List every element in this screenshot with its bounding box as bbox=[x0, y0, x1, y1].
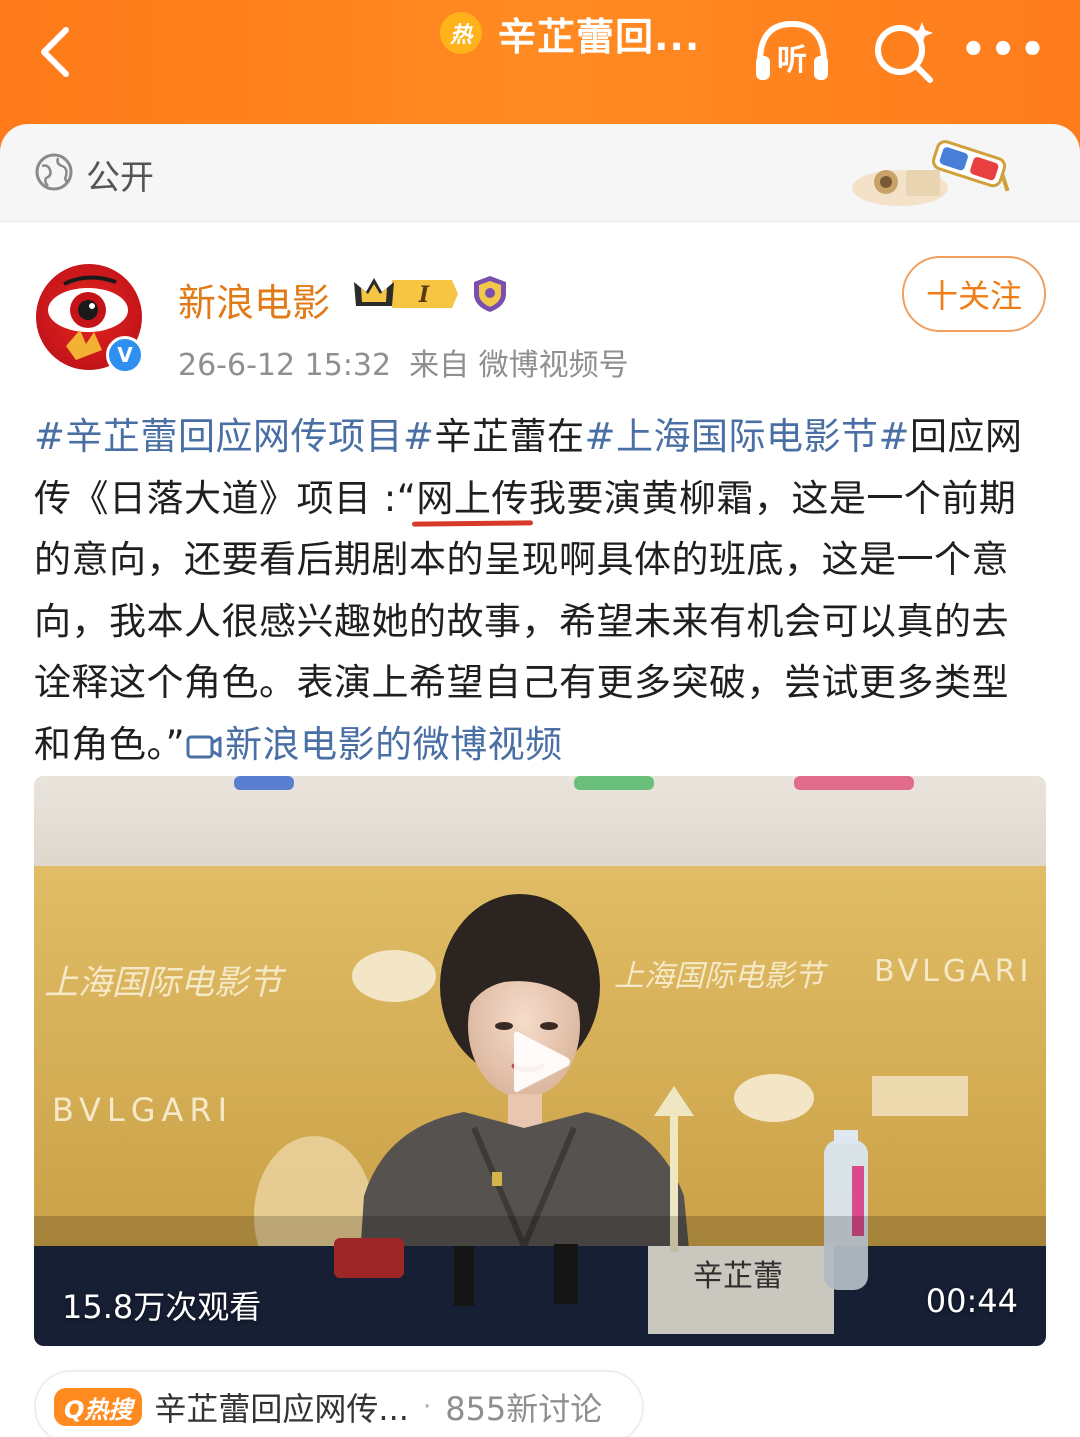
hot-search-chip[interactable]: Q热搜 辛芷蕾回应网传... · 855新讨论 bbox=[34, 1370, 644, 1437]
post-text: #辛芷蕾回应网传项目#辛芷蕾在#上海国际电影节#回应网传《日落大道》项目 :“网… bbox=[34, 406, 1046, 775]
backdrop-text: 上海国际电影节 bbox=[44, 963, 287, 1003]
video-camera-icon bbox=[186, 735, 222, 758]
search-icon bbox=[875, 22, 933, 83]
post-source[interactable]: 来自 微博视频号 bbox=[409, 348, 629, 383]
backdrop-text: 上海国际电影节 bbox=[614, 959, 828, 994]
verified-badge-icon: V bbox=[106, 336, 144, 374]
page-title-group: 热 辛芷蕾回... bbox=[440, 8, 701, 59]
hashtag-link[interactable]: #辛芷蕾回应网传项目# bbox=[34, 415, 435, 458]
video-link[interactable]: 新浪电影的微博视频 bbox=[185, 723, 563, 766]
post-time: 26-6-12 15:32 bbox=[178, 348, 392, 383]
headphones-icon: 听 bbox=[756, 20, 828, 80]
more-options-button[interactable]: ••• bbox=[961, 20, 1046, 80]
post-text-segment: 辛芷蕾在 bbox=[434, 415, 585, 458]
backdrop-text: BVLGARI bbox=[874, 954, 1032, 989]
vip-level: I bbox=[418, 282, 430, 308]
hot-search-count: 855新讨论 bbox=[445, 1390, 603, 1428]
shield-medal-icon bbox=[474, 276, 506, 312]
vip-crown-badge-icon: I bbox=[354, 278, 458, 308]
backdrop-text: BVLGARI bbox=[52, 1091, 233, 1129]
hot-search-tag: Q热搜 bbox=[54, 1388, 143, 1426]
decoration-sticker-icon bbox=[852, 140, 1010, 206]
listen-label: 听 bbox=[777, 43, 807, 78]
visibility-label: 公开 bbox=[86, 158, 154, 198]
page-title: 辛芷蕾回... bbox=[498, 14, 701, 59]
video-player[interactable]: 上海国际电影节 上海国际电影节 BVLGARI BVLGARI 辛芷蕾 15.8… bbox=[34, 776, 1046, 1346]
listen-button[interactable]: 听 bbox=[752, 18, 832, 84]
author-name[interactable]: 新浪电影 bbox=[178, 272, 330, 327]
video-link-label: 新浪电影的微博视频 bbox=[225, 722, 563, 766]
hashtag-link[interactable]: #上海国际电影节# bbox=[585, 415, 911, 458]
hot-search-title: 辛芷蕾回应网传... bbox=[154, 1390, 409, 1428]
video-view-count: 15.8万次观看 bbox=[62, 1288, 262, 1326]
visibility-bar: 公开 bbox=[0, 124, 1080, 222]
post-meta: 26-6-12 15:32 来自 微博视频号 bbox=[178, 340, 629, 384]
video-duration: 00:44 bbox=[925, 1282, 1018, 1320]
search-button[interactable] bbox=[870, 18, 936, 84]
chevron-left-icon bbox=[41, 27, 69, 77]
hot-badge-icon: 热 bbox=[440, 12, 482, 54]
back-button[interactable] bbox=[30, 22, 90, 82]
globe-icon bbox=[35, 153, 73, 191]
separator-dot: · bbox=[422, 1392, 432, 1422]
play-icon[interactable] bbox=[510, 1026, 574, 1098]
follow-button[interactable]: 十关注 bbox=[902, 256, 1046, 332]
underlined-text: 网上传 bbox=[416, 476, 529, 520]
